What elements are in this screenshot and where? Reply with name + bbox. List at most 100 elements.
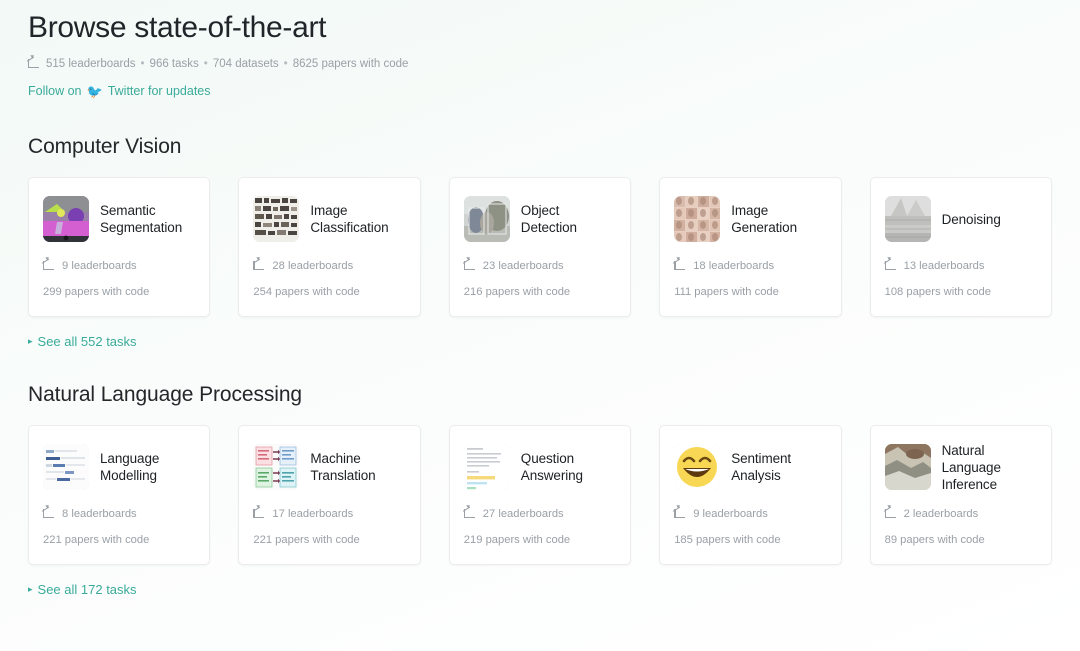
question-answering-thumbnail: [463, 444, 510, 490]
follow-prefix-label: Follow on: [28, 84, 82, 98]
chart-line-up-icon: [883, 258, 897, 272]
card-leaderboards: 27 leaderboards: [462, 506, 616, 522]
card-leaderboards-label: 13 leaderboards: [903, 260, 985, 272]
card-papers-label: 111 papers with code: [674, 286, 779, 298]
chart-line-up-icon: [27, 56, 40, 70]
card-leaderboards: 13 leaderboards: [883, 258, 1037, 274]
card-title: Sentiment Analysis: [731, 451, 792, 483]
site-stats: 515 leaderboards • 966 tasks • 704 datas…: [27, 56, 1052, 72]
image-classification-thumbnail: [253, 196, 300, 242]
card-leaderboards-label: 27 leaderboards: [482, 508, 564, 520]
section-title: Natural Language Processing: [28, 383, 302, 406]
chart-line-up-icon: [42, 258, 55, 272]
task-card-image-classification[interactable]: Image Classification 28 leaderboards 254…: [238, 177, 421, 317]
stat-separator: •: [203, 58, 208, 70]
card-header: Denoising: [884, 193, 1037, 245]
chart-line-up-icon: [673, 506, 686, 520]
image-generation-thumbnail: [674, 196, 721, 242]
card-title: Semantic Segmentation: [100, 203, 183, 235]
card-title: Image Generation: [731, 203, 797, 235]
chart-line-up-icon: [252, 506, 265, 520]
card-header: Image Classification: [253, 193, 405, 245]
card-leaderboards: 2 leaderboards: [883, 506, 1037, 522]
card-leaderboards-label: 17 leaderboards: [272, 508, 354, 520]
twitter-bird-icon: 🐦: [86, 83, 103, 99]
machine-translation-thumbnail: [253, 444, 300, 490]
card-header: Image Generation: [674, 193, 826, 245]
card-title: Natural Language Inference: [941, 442, 1001, 492]
section-natural-language-processing: Natural Language Processing Language Mod…: [28, 383, 1052, 597]
card-title: Denoising: [941, 211, 1001, 227]
stat-papers: 8625 papers with code: [292, 58, 409, 70]
card-header: Object Detection: [463, 193, 616, 245]
stat-tasks: 966 tasks: [149, 58, 199, 70]
card-papers-label: 221 papers with code: [43, 534, 150, 546]
see-all-tasks-link-computer-vision[interactable]: ▸ See all 552 tasks: [28, 334, 1052, 349]
card-leaderboards: 9 leaderboards: [673, 506, 826, 522]
card-papers-label: 108 papers with code: [884, 286, 991, 298]
card-leaderboards-label: 23 leaderboards: [482, 260, 564, 272]
task-card-machine-translation[interactable]: Machine Translation 17 leaderboards 221 …: [238, 425, 421, 565]
card-leaderboards: 9 leaderboards: [42, 258, 195, 274]
denoising-thumbnail: [884, 196, 931, 242]
card-header: Question Answering: [463, 441, 616, 493]
card-title: Object Detection: [520, 203, 577, 235]
sentiment-analysis-thumbnail: [674, 444, 721, 490]
page-title: Browse state-of-the-art: [28, 11, 327, 44]
card-header: Sentiment Analysis: [674, 441, 826, 493]
card-title: Question Answering: [520, 451, 583, 483]
card-leaderboards: 8 leaderboards: [42, 506, 195, 522]
task-card-row: Semantic Segmentation 9 leaderboards 299…: [28, 177, 1052, 317]
twitter-follow-link[interactable]: Follow on 🐦 Twitter for updates: [28, 83, 1052, 99]
see-all-tasks-link-nlp[interactable]: ▸ See all 172 tasks: [28, 582, 1052, 597]
chart-line-up-icon: [462, 258, 476, 272]
card-leaderboards: 18 leaderboards: [673, 258, 826, 274]
task-card-semantic-segmentation[interactable]: Semantic Segmentation 9 leaderboards 299…: [28, 177, 211, 317]
stat-separator: •: [140, 58, 145, 70]
follow-suffix-label: Twitter for updates: [107, 84, 211, 98]
card-leaderboards-label: 18 leaderboards: [693, 260, 775, 272]
card-papers-label: 254 papers with code: [253, 286, 360, 298]
task-card-question-answering[interactable]: Question Answering 27 leaderboards 219 p…: [448, 425, 632, 565]
card-leaderboards: 17 leaderboards: [252, 506, 405, 522]
card-header: Language Modelling: [43, 441, 195, 493]
card-leaderboards: 28 leaderboards: [252, 258, 405, 274]
task-card-object-detection[interactable]: Object Detection 23 leaderboards 216 pap…: [448, 177, 632, 317]
card-leaderboards: 23 leaderboards: [462, 258, 616, 274]
section-computer-vision: Computer Vision Semantic Segmentation 9 …: [28, 135, 1052, 349]
card-title: Image Classification: [310, 203, 389, 235]
card-leaderboards-label: 9 leaderboards: [693, 508, 768, 520]
section-title: Computer Vision: [28, 135, 182, 158]
chart-line-up-icon: [42, 506, 55, 520]
card-title: Machine Translation: [310, 451, 376, 483]
see-all-label: See all 172 tasks: [37, 582, 137, 597]
card-papers-label: 185 papers with code: [674, 534, 781, 546]
card-leaderboards-label: 28 leaderboards: [272, 260, 354, 272]
language-modelling-thumbnail: [43, 444, 89, 490]
semantic-segmentation-thumbnail: [43, 196, 89, 242]
stat-datasets: 704 datasets: [212, 58, 279, 70]
stat-leaderboards: 515 leaderboards: [46, 58, 136, 70]
task-card-image-generation[interactable]: Image Generation 18 leaderboards 111 pap…: [659, 177, 842, 317]
chart-line-up-icon: [462, 506, 476, 520]
caret-right-icon: ▸: [28, 336, 33, 346]
see-all-label: See all 552 tasks: [37, 334, 137, 349]
card-papers-label: 89 papers with code: [884, 534, 985, 546]
card-papers-label: 221 papers with code: [253, 534, 360, 546]
card-header: Semantic Segmentation: [43, 193, 195, 245]
card-title: Language Modelling: [100, 451, 160, 483]
task-card-language-modelling[interactable]: Language Modelling 8 leaderboards 221 pa…: [28, 425, 211, 565]
card-leaderboards-label: 8 leaderboards: [62, 508, 137, 520]
chart-line-up-icon: [673, 258, 686, 272]
caret-right-icon: ▸: [28, 584, 33, 594]
card-leaderboards-label: 9 leaderboards: [62, 260, 137, 272]
stat-separator: •: [283, 58, 288, 70]
task-card-sentiment-analysis[interactable]: Sentiment Analysis 9 leaderboards 185 pa…: [659, 425, 842, 565]
task-card-denoising[interactable]: Denoising 13 leaderboards 108 papers wit…: [869, 177, 1052, 317]
object-detection-thumbnail: [463, 196, 510, 242]
card-header: Machine Translation: [253, 441, 405, 493]
task-card-natural-language-inference[interactable]: Natural Language Inference 2 leaderboard…: [869, 425, 1052, 565]
task-card-row: Language Modelling 8 leaderboards 221 pa…: [28, 425, 1052, 565]
chart-line-up-icon: [883, 506, 897, 520]
card-papers-label: 216 papers with code: [463, 286, 571, 298]
